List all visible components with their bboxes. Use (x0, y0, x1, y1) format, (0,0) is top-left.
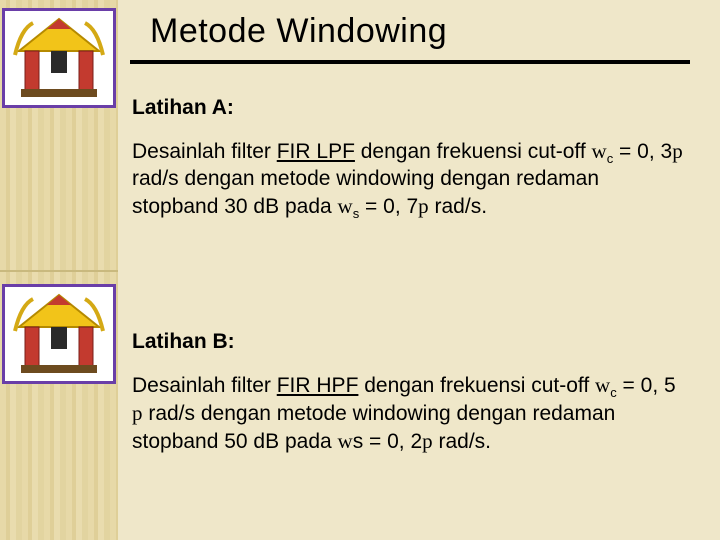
temple-gate-icon (2, 284, 116, 384)
text: dengan frekuensi cut-off (355, 140, 592, 163)
title-rule (130, 60, 690, 64)
text: = 0, 7 (359, 195, 418, 218)
text: = 0, 3 (613, 140, 672, 163)
heading-latihan-a: Latihan A: (132, 96, 234, 120)
text: dengan frekuensi cut-off (358, 374, 595, 397)
pi-symbol: p (418, 194, 429, 218)
omega-symbol: w (338, 194, 353, 218)
omega-symbol: w (592, 139, 607, 163)
text: s (353, 430, 364, 453)
fir-lpf-underline: FIR LPF (277, 140, 355, 163)
text: rad/s. (429, 195, 487, 218)
strip-divider (0, 270, 118, 272)
paragraph-latihan-a: Desainlah filter FIR LPF dengan frekuens… (132, 138, 690, 221)
fir-hpf-underline: FIR HPF (277, 374, 359, 397)
slide-title: Metode Windowing (150, 12, 447, 51)
omega-symbol: w (338, 429, 353, 453)
text: = 0, 5 (617, 374, 676, 397)
text: = 0, 2 (363, 430, 422, 453)
heading-latihan-b: Latihan B: (132, 330, 235, 354)
temple-gate-icon (2, 8, 116, 108)
text: Desainlah filter (132, 140, 277, 163)
text: rad/s. (433, 430, 491, 453)
pi-symbol: p (132, 401, 143, 425)
text: Desainlah filter (132, 374, 277, 397)
pi-symbol: p (672, 139, 683, 163)
paragraph-latihan-b: Desainlah filter FIR HPF dengan frekuens… (132, 372, 690, 456)
omega-symbol: w (595, 373, 610, 397)
pi-symbol: p (422, 429, 433, 453)
